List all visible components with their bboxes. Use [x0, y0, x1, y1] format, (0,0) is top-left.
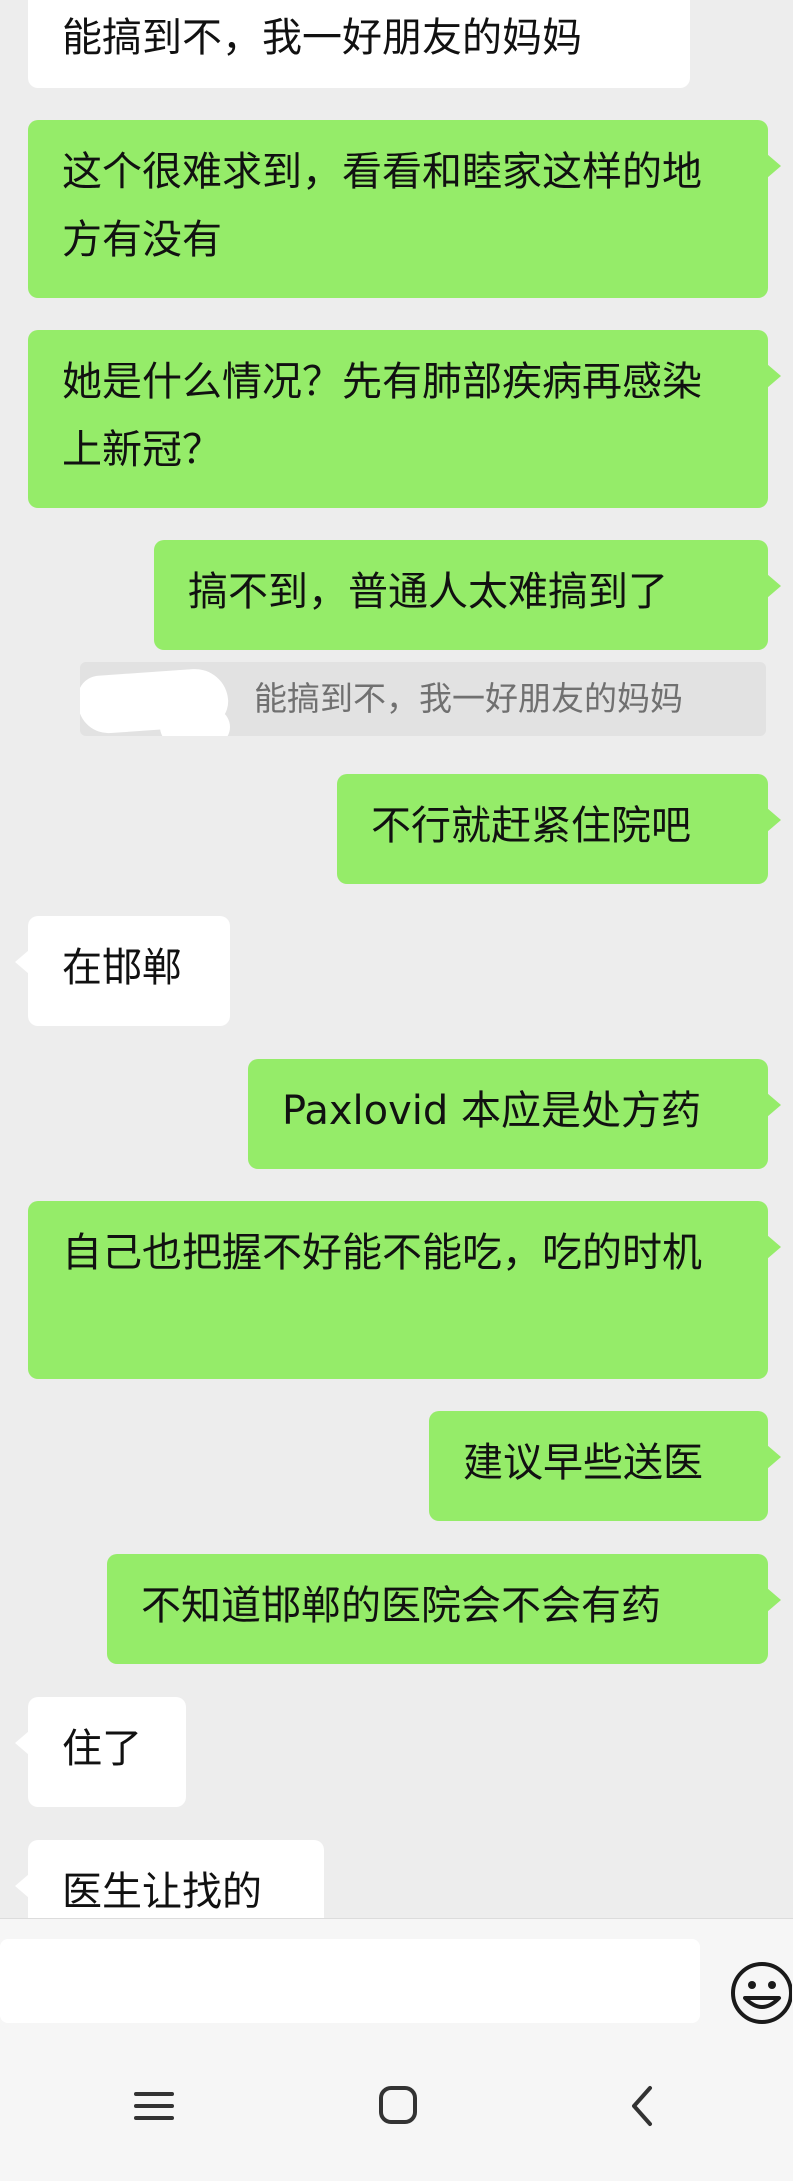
quoted-text: 能搞到不，我一好朋友的妈妈	[254, 679, 683, 718]
message-bubble-received[interactable]: 在邯郸	[15, 916, 230, 1026]
message-bubble-sent[interactable]: 搞不到，普通人太难搞到了	[154, 540, 781, 650]
message-text: 建议早些送医	[463, 1440, 703, 1486]
message-text: 这个很难求到，看看和睦家这样的地方有没有	[62, 149, 702, 263]
message-text: 不行就赶紧住院吧	[371, 803, 691, 849]
message-bubble-sent[interactable]: 这个很难求到，看看和睦家这样的地方有没有	[28, 120, 781, 298]
message-bubble-sent[interactable]: 不行就赶紧住院吧	[337, 774, 781, 884]
message-bubble-sent[interactable]: 建议早些送医	[429, 1411, 781, 1521]
message-text: Paxlovid 本应是处方药	[282, 1088, 701, 1134]
message-bubble-received[interactable]: 医生让找的	[15, 1840, 324, 1918]
chat-area[interactable]: 能搞到不，我一好朋友的妈妈 这个很难求到，看看和睦家这样的地方有没有 她是什么情…	[0, 0, 793, 1918]
message-text: 搞不到，普通人太难搞到了	[188, 569, 668, 615]
system-nav-bar	[0, 2040, 793, 2181]
back-icon[interactable]	[606, 2076, 678, 2136]
message-text: 能搞到不，我一好朋友的妈妈	[62, 15, 582, 61]
input-bar	[0, 1918, 793, 2041]
message-bubble-sent[interactable]: 她是什么情况？先有肺部疾病再感染上新冠？	[28, 330, 781, 508]
quoted-reply[interactable]: 能搞到不，我一好朋友的妈妈	[80, 662, 766, 736]
message-text: 不知道邯郸的医院会不会有药	[141, 1583, 661, 1629]
emoji-icon[interactable]	[728, 1959, 793, 2031]
message-input[interactable]	[0, 1939, 700, 2023]
message-text: 她是什么情况？先有肺部疾病再感染上新冠？	[62, 359, 702, 473]
message-text: 住了	[62, 1726, 142, 1772]
message-bubble-sent[interactable]: Paxlovid 本应是处方药	[248, 1059, 781, 1169]
message-text: 自己也把握不好能不能吃，吃的时机	[62, 1230, 702, 1276]
message-bubble-received[interactable]: 能搞到不，我一好朋友的妈妈	[28, 0, 690, 88]
message-bubble-received[interactable]: 住了	[15, 1697, 186, 1807]
message-text: 医生让找的	[62, 1869, 262, 1915]
menu-icon[interactable]	[118, 2076, 190, 2136]
home-icon[interactable]	[362, 2076, 434, 2136]
message-bubble-sent[interactable]: 不知道邯郸的医院会不会有药	[107, 1554, 781, 1664]
message-bubble-sent[interactable]: 自己也把握不好能不能吃，吃的时机	[28, 1201, 781, 1379]
message-text: 在邯郸	[62, 945, 182, 991]
